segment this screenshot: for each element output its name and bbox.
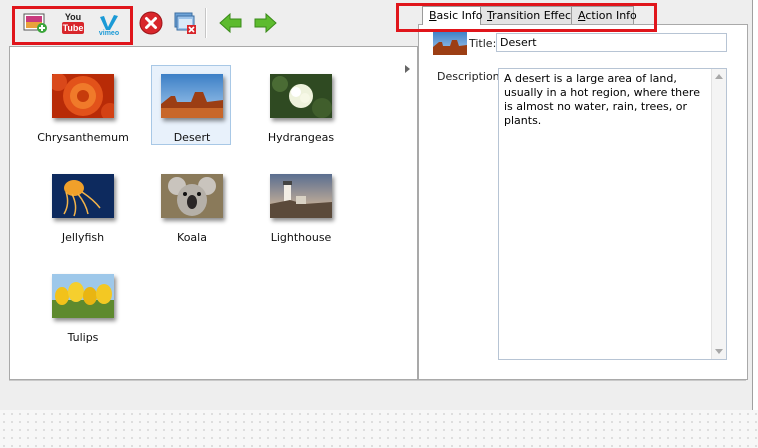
gallery-item-label: Desert bbox=[173, 131, 211, 144]
scroll-down-icon[interactable] bbox=[715, 349, 723, 354]
youtube-icon: You Tube bbox=[62, 12, 84, 34]
gallery-panel[interactable]: Chrysanthemum Desert Hydrangeas Jellyfis… bbox=[9, 46, 418, 380]
delete-photos-icon bbox=[174, 12, 196, 34]
vimeo-icon: vimeo bbox=[99, 15, 119, 36]
tab-action-info[interactable]: Action Info bbox=[571, 6, 637, 24]
add-image-icon bbox=[23, 13, 47, 33]
jellyfish-thumbnail bbox=[52, 174, 114, 218]
lighthouse-thumbnail bbox=[270, 174, 332, 218]
gallery-item-label: Koala bbox=[177, 231, 207, 244]
tab-basic-info[interactable]: Basic Info bbox=[422, 6, 482, 25]
splitter-arrow-icon[interactable] bbox=[405, 65, 410, 73]
description-label: Description: bbox=[437, 70, 504, 83]
delete-photos-button[interactable] bbox=[170, 8, 200, 38]
description-text: A desert is a large area of land, usuall… bbox=[504, 72, 700, 127]
gallery-item-label: Lighthouse bbox=[270, 231, 332, 244]
gallery-item-label: Hydrangeas bbox=[267, 131, 335, 144]
arrow-right-icon bbox=[254, 12, 277, 34]
add-image-button[interactable] bbox=[21, 8, 51, 38]
title-label: Title: bbox=[469, 37, 497, 50]
youtube-button[interactable]: You Tube bbox=[58, 8, 88, 38]
toolbar-separator bbox=[205, 8, 207, 38]
vimeo-button[interactable]: vimeo bbox=[94, 8, 124, 38]
move-right-button[interactable] bbox=[250, 8, 280, 38]
svg-text:You: You bbox=[65, 12, 81, 22]
gallery-item-lighthouse[interactable]: Lighthouse bbox=[260, 165, 340, 245]
gallery-item-hydrangeas[interactable]: Hydrangeas bbox=[260, 65, 340, 145]
gallery-item-koala[interactable]: Koala bbox=[151, 165, 231, 245]
gallery-item-desert[interactable]: Desert bbox=[151, 65, 231, 145]
gallery-item-label: Chrysanthemum bbox=[37, 131, 129, 144]
hydrangeas-thumbnail bbox=[270, 74, 332, 118]
background-pattern bbox=[0, 410, 758, 448]
remove-icon bbox=[139, 11, 163, 35]
tab-transition-effect[interactable]: Transition Effect bbox=[480, 6, 575, 24]
selected-image-preview bbox=[433, 31, 467, 55]
tulips-thumbnail bbox=[52, 274, 114, 318]
desert-thumbnail bbox=[161, 74, 223, 118]
remove-button[interactable] bbox=[136, 8, 166, 38]
arrow-left-icon bbox=[219, 12, 242, 34]
scroll-up-icon[interactable] bbox=[715, 74, 723, 79]
app-window: You Tube vimeo Chrysanthemum Desert Hydr… bbox=[0, 0, 753, 410]
toolbar: You Tube vimeo bbox=[0, 0, 418, 46]
move-left-button[interactable] bbox=[216, 8, 246, 38]
status-strip bbox=[9, 380, 746, 407]
description-scrollbar[interactable] bbox=[711, 69, 726, 359]
description-textarea[interactable]: A desert is a large area of land, usuall… bbox=[498, 68, 727, 360]
koala-thumbnail bbox=[161, 174, 223, 218]
svg-text:vimeo: vimeo bbox=[99, 30, 119, 36]
gallery-item-label: Tulips bbox=[67, 331, 99, 344]
gallery-item-label: Jellyfish bbox=[61, 231, 105, 244]
gallery-item-chrysanthemum[interactable]: Chrysanthemum bbox=[37, 65, 129, 145]
gallery-item-tulips[interactable]: Tulips bbox=[42, 265, 122, 345]
chrysanthemum-thumbnail bbox=[52, 74, 114, 118]
svg-text:Tube: Tube bbox=[63, 23, 84, 33]
gallery-item-jellyfish[interactable]: Jellyfish bbox=[42, 165, 122, 245]
title-input[interactable] bbox=[496, 33, 727, 52]
